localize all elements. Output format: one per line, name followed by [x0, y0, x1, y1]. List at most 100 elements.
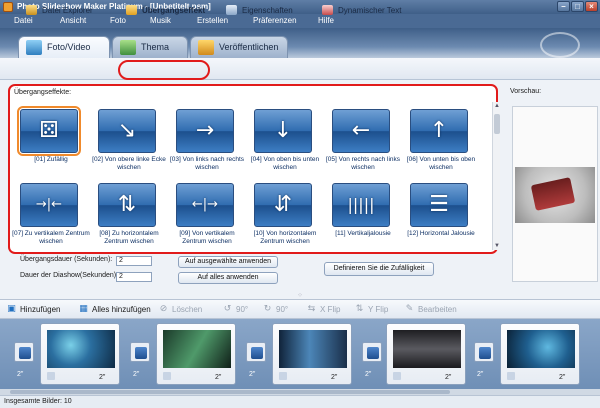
define-random-button[interactable]: Definieren Sie die Zufälligkeit [324, 262, 434, 276]
tab-thema[interactable]: Thema [112, 36, 188, 58]
transition-duration-label: Übergangsdauer (Sekunden): [20, 256, 113, 263]
menu-datei[interactable]: Datei [14, 16, 33, 25]
arrows-inward-v-icon: ⇅ [98, 183, 156, 227]
transition-slot[interactable]: 2" [246, 342, 266, 378]
transition-cube-icon [135, 347, 147, 359]
transition-cube-icon [367, 347, 379, 359]
transition-duration-input[interactable]: 2 [116, 256, 152, 266]
arrow-up-icon: ↑ [410, 109, 468, 153]
effects-scrollbar[interactable]: ▲ ▼ [492, 102, 500, 250]
slide-thumbnail[interactable]: 2" [386, 323, 466, 385]
apply-all-button[interactable]: Auf alles anwenden [178, 272, 278, 284]
rotate-left-icon: ↺ [223, 304, 232, 314]
arrow-diagonal-icon: ↘ [98, 109, 156, 153]
effect-tile[interactable]: ☰ [12] Horizontal Jalousie [402, 180, 480, 253]
menu-ansicht[interactable]: Ansicht [60, 16, 86, 25]
vertical-blinds-icon: ||||| [332, 183, 390, 227]
storyboard-scroll-thumb[interactable] [10, 390, 450, 394]
slideshow-duration-input[interactable]: 2 [116, 272, 152, 282]
effect-tile[interactable]: ↓ [04] Von oben bis unten wischen [246, 106, 324, 179]
close-button[interactable]: × [585, 1, 598, 12]
slideshow-duration-label: Dauer der Diashow(Sekunden): [20, 272, 119, 279]
status-text: Insgesamte Bilder: 10 [4, 398, 72, 405]
arrows-inward-h-icon: →|← [20, 183, 78, 227]
globe-logo-icon [540, 32, 580, 58]
slide-thumbnail[interactable]: 2" [156, 323, 236, 385]
scroll-thumb[interactable] [494, 114, 500, 134]
status-bar: Insgesamte Bilder: 10 [0, 395, 600, 408]
arrow-right-icon: → [176, 109, 234, 153]
slide-image [163, 330, 231, 368]
camera-icon [507, 372, 515, 380]
menu-erstellen[interactable]: Erstellen [197, 16, 228, 25]
arrow-down-icon: ↓ [254, 109, 312, 153]
properties-icon [226, 5, 237, 15]
slide-thumbnail[interactable]: 2" [500, 323, 580, 385]
menu-bar: Datei Ansicht Foto Musik Erstellen Präfe… [0, 14, 600, 28]
xflip-icon: ⇆ [307, 304, 316, 314]
apply-selected-button[interactable]: Auf ausgewählte anwenden [178, 256, 278, 268]
slide-thumbnail[interactable]: 2" [272, 323, 352, 385]
transition-effects-panel: Übergangseffekte: ⚄ [01] Zufällig ↘ [02]… [8, 84, 500, 254]
splitter-grip[interactable]: ⁘ [0, 292, 600, 299]
effect-tile[interactable]: ↘ [02] Von obere linke Ecke wischen [90, 106, 168, 179]
menu-musik[interactable]: Musik [150, 16, 171, 25]
maximize-button[interactable]: □ [571, 1, 584, 12]
preview-label: Vorschau: [510, 88, 542, 95]
text-icon [322, 5, 333, 15]
effect-tile[interactable]: ⇅ [08] Zu horizontalem Zentrum wischen [90, 180, 168, 253]
add-photo-icon: ▣ [7, 304, 16, 314]
photo-icon [26, 40, 42, 55]
slide-image [279, 330, 347, 368]
transition-slot[interactable]: 2" [14, 342, 34, 378]
slide-image [507, 330, 575, 368]
camera-icon [47, 372, 55, 380]
preview-image [515, 167, 595, 223]
transition-cube-icon [251, 347, 263, 359]
scroll-down-icon[interactable]: ▼ [493, 242, 501, 250]
camera-icon [393, 372, 401, 380]
preview-frame [512, 106, 598, 282]
effect-tile[interactable]: ||||| [11] Vertikaljalousie [324, 180, 402, 253]
film-reel-icon [530, 177, 576, 211]
effect-tile[interactable]: ←|→ [09] Von vertikalem Zentrum wischen [168, 180, 246, 253]
arrows-outward-h-icon: ←|→ [176, 183, 234, 227]
tab-foto-video[interactable]: Foto/Video [18, 36, 110, 58]
minimize-button[interactable]: – [557, 1, 570, 12]
dice-icon: ⚄ [17, 106, 81, 156]
transition-cube-icon [19, 347, 31, 359]
menu-hilfe[interactable]: Hilfe [318, 16, 334, 25]
app-icon [3, 2, 13, 12]
menu-praeferenzen[interactable]: Präferenzen [253, 16, 297, 25]
effect-tile[interactable]: ⚄ [01] Zufällig [12, 106, 90, 179]
yflip-icon: ⇅ [355, 304, 364, 314]
camera-icon [279, 372, 287, 380]
slide-thumbnail[interactable]: 2" [40, 323, 120, 385]
sub-tab-bar [0, 58, 600, 80]
tab-veroeffentlichen[interactable]: Veröffentlichen [190, 36, 288, 58]
publish-icon [198, 40, 214, 55]
effects-grid: ⚄ [01] Zufällig ↘ [02] Von obere linke E… [10, 98, 486, 248]
highlight-oval-subtab [118, 60, 210, 80]
photo-toolbar: ▣ Hinzufügen ▦ Alles hinzufügen ⊘ Lösche… [0, 299, 600, 319]
horizontal-blinds-icon: ☰ [410, 183, 468, 227]
transition-slot[interactable]: 2" [362, 342, 382, 378]
edit-icon: ✎ [405, 304, 414, 314]
transition-icon [126, 5, 137, 15]
scroll-up-icon[interactable]: ▲ [493, 102, 501, 110]
delete-icon: ⊘ [159, 304, 168, 314]
effect-tile[interactable]: → [03] Von links nach rechts wischen [168, 106, 246, 179]
preview-panel: Vorschau: [506, 86, 598, 296]
magnifier-icon [26, 5, 37, 15]
effect-tile[interactable]: ← [05] Von rechts nach links wischen [324, 106, 402, 179]
transition-cube-icon [479, 347, 491, 359]
add-all-icon: ▦ [79, 304, 88, 314]
arrow-left-icon: ← [332, 109, 390, 153]
transition-slot[interactable]: 2" [474, 342, 494, 378]
effect-tile[interactable]: ⇵ [10] Von horizontalem Zentrum wischen [246, 180, 324, 253]
effects-header: Übergangseffekte: [14, 89, 72, 96]
transition-slot[interactable]: 2" [130, 342, 150, 378]
menu-foto[interactable]: Foto [110, 16, 126, 25]
effect-tile[interactable]: →|← [07] Zu vertikalem Zentrum wischen [12, 180, 90, 253]
effect-tile[interactable]: ↑ [06] Von unten bis oben wischen [402, 106, 480, 179]
